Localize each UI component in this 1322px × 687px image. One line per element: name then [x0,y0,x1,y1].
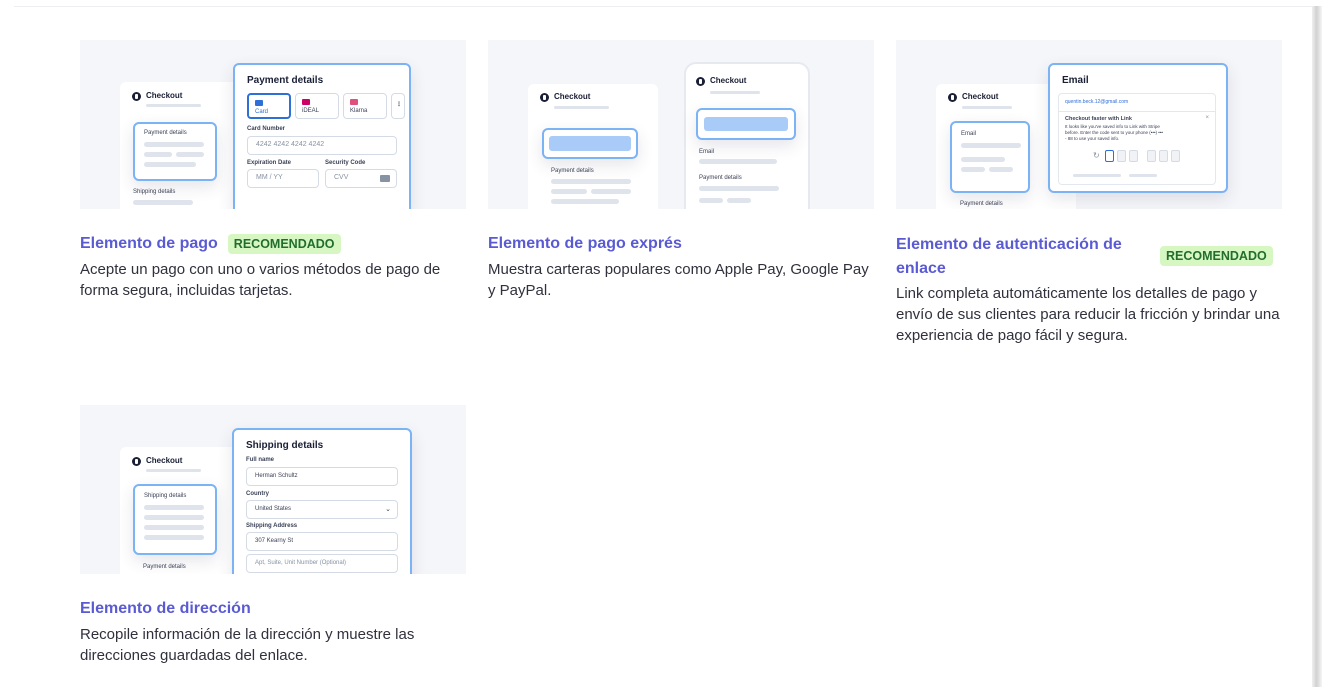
frame-top-border [14,6,1312,7]
tab-card: Card [247,93,291,119]
link-authentication-preview: Checkout Email Payment details Email que… [896,40,1282,209]
expiration-field: MM / YY [247,169,319,188]
card-address-element[interactable]: Checkout Shipping details Payment detail… [80,405,466,666]
card-express-checkout-element[interactable]: Checkout Payment details Checkout Email [488,40,874,301]
tab-klarna: Klarna [343,93,387,119]
express-button-box-phone [696,108,796,140]
phone-mockup: Checkout Email Payment details [684,62,810,209]
card-link-authentication-element[interactable]: Checkout Email Payment details Email que… [896,40,1282,346]
recommended-badge: RECOMENDADO [1160,246,1273,266]
card-payment-element[interactable]: Checkout Payment details Shipping detail… [80,40,466,301]
shipping-details-panel: Shipping details Full name Herman Schult… [232,428,412,574]
address-field: 307 Kearny St [246,532,398,551]
klarna-icon [350,99,358,105]
card-icon [255,100,263,106]
more-dots-icon: ⋮ [396,102,402,108]
recommended-badge: RECOMENDADO [227,234,341,254]
checkout-panel: Checkout Payment details [528,84,658,209]
ideal-icon [302,99,310,105]
card-title[interactable]: Elemento de pago exprés [488,233,682,255]
card-description: Acepte un pago con uno o varios métodos … [80,261,441,299]
payment-details-panel: Payment details Card iDEAL Klarna ⋮ Card… [233,63,411,209]
card-description: Muestra carteras populares como Apple Pa… [488,261,869,299]
window-shadow [1312,6,1322,687]
payment-details-box: Payment details [133,122,217,181]
country-select: United States ⌄ [246,500,398,519]
checkout-logo-icon [132,457,141,466]
close-icon: × [1205,115,1209,121]
email-panel: Email quentin.beck.12@gmail.com Checkout… [1048,63,1228,193]
card-title[interactable]: Elemento de autenticación de enlace [896,233,1158,281]
card-description: Recopile información de la dirección y m… [80,626,415,664]
checkout-logo-icon [696,77,705,86]
tab-ideal: iDEAL [295,93,339,119]
more-tabs: ⋮ [391,93,405,119]
card-title[interactable]: Elemento de pago [80,233,218,255]
payment-element-preview: Checkout Payment details Shipping detail… [80,40,466,209]
address-element-preview: Checkout Shipping details Payment detail… [80,405,466,574]
express-checkout-preview: Checkout Payment details Checkout Email [488,40,874,209]
refresh-icon: ↻ [1093,151,1100,160]
card-description: Link completa automáticamente los detall… [896,285,1280,344]
checkout-logo-icon [540,93,549,102]
email-box: Email [950,121,1030,193]
express-button-box [542,128,638,159]
card-title[interactable]: Elemento de dirección [80,598,251,620]
chevron-down-icon: ⌄ [385,506,391,513]
cvv-card-icon [380,175,390,182]
checkout-logo-icon [132,92,141,101]
checkout-label: Checkout [146,91,183,100]
address2-field: Apt, Suite, Unit Number (Optional) [246,554,398,573]
page-frame: Checkout Payment details Shipping detail… [0,0,1322,687]
full-name-field: Herman Schultz [246,467,398,486]
checkout-logo-icon [948,93,957,102]
cvv-field: CVV [325,169,397,188]
card-number-field: 4242 4242 4242 4242 [247,136,397,155]
link-popup: quentin.beck.12@gmail.com Checkout faste… [1058,93,1216,185]
shipping-details-box: Shipping details [133,484,217,555]
